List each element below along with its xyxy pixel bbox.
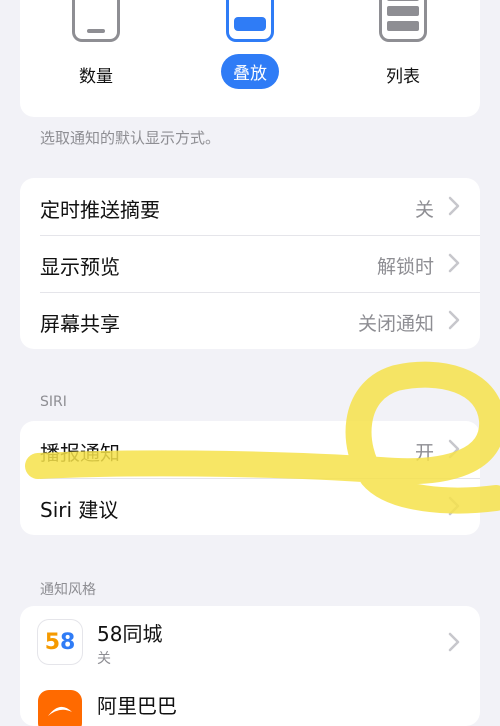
row-value: 关闭通知 [357,313,434,335]
row-label: 屏幕共享 [40,312,120,336]
app-alibaba-icon [38,690,82,726]
chevron-right-icon [448,310,460,330]
chevron-right-icon [448,253,460,273]
row-label: 定时推送摘要 [40,198,160,222]
style-option-list[interactable]: 列表 [348,0,458,90]
siri-settings-group: 播报通知 开 Siri 建议 [20,421,480,535]
app-58-icon: 58 [38,620,82,664]
style-option-count[interactable]: 数量 [41,0,151,90]
notification-style-header: 通知风格 [40,582,96,598]
chevron-right-icon [448,439,460,459]
app-name: 阿里巴巴 [97,694,177,718]
notification-style-picker: 数量 叠放 列表 [20,0,480,117]
phone-list-icon [379,0,427,42]
phone-count-icon [72,0,120,42]
style-option-stack[interactable]: 叠放 [195,0,305,90]
app-row-alibaba[interactable]: 阿里巴巴 [20,678,480,726]
chevron-right-icon [448,632,460,652]
row-value: 开 [414,442,434,464]
row-scheduled-summary[interactable]: 定时推送摘要 关 [20,178,480,235]
row-announce-notifications[interactable]: 播报通知 开 [20,421,480,478]
style-option-label-selected: 叠放 [221,54,279,89]
app-status: 关 [97,651,111,667]
phone-stack-icon [226,0,274,42]
chevron-right-icon [448,496,460,516]
style-option-label: 数量 [79,67,113,87]
general-settings-group: 定时推送摘要 关 显示预览 解锁时 屏幕共享 关闭通知 [20,178,480,349]
style-option-label: 列表 [386,67,420,87]
row-label: Siri 建议 [40,498,119,522]
row-label: 显示预览 [40,255,120,279]
row-screen-sharing[interactable]: 屏幕共享 关闭通知 [20,292,480,349]
row-value: 解锁时 [376,256,434,278]
chevron-right-icon [448,196,460,216]
app-row-58tongcheng[interactable]: 58 58同城 关 [20,606,480,678]
row-siri-suggestions[interactable]: Siri 建议 [20,478,480,535]
row-show-previews[interactable]: 显示预览 解锁时 [20,235,480,292]
app-name: 58同城 [97,622,163,646]
siri-section-header: SIRI [40,394,67,410]
row-value: 关 [414,199,434,221]
style-footnote: 选取通知的默认显示方式。 [40,129,221,147]
app-list: 58 58同城 关 阿里巴巴 [20,606,480,726]
row-label: 播报通知 [40,441,120,465]
